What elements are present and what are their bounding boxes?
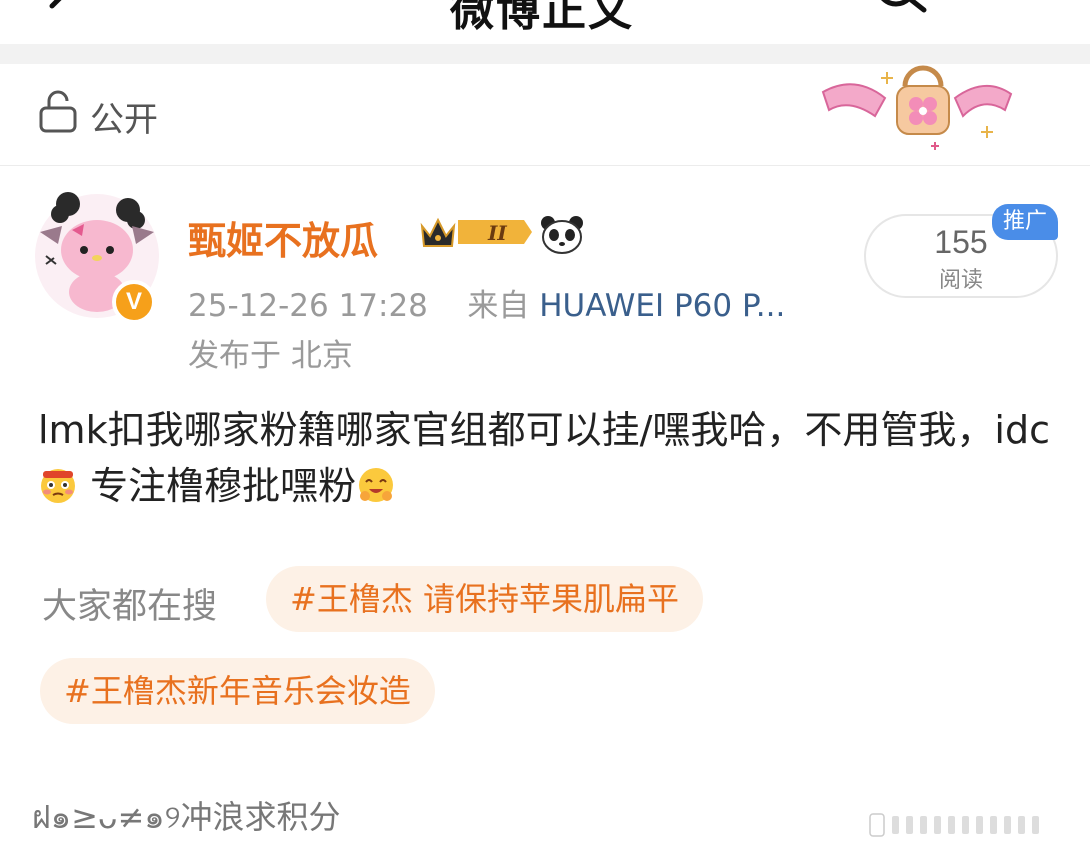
flushed-emoji [38,464,78,504]
source-prefix: 来自 [467,288,530,324]
promo-badge: 推广 [992,204,1058,240]
crown-level: II [487,221,507,245]
post-text-1: lmk扣我哪家粉籍哪家官组都可以挂/嘿我哈，不用管我，idc [38,408,1050,452]
panda-icon [540,215,584,259]
trending-label: 大家都在搜 [42,587,218,627]
read-label: 阅读 [938,268,983,293]
post-body: lmk扣我哪家粉籍哪家官组都可以挂/嘿我哈，不用管我，idc 专注橹穆批嘿粉 [38,402,1058,514]
privacy-row: 公开 [0,64,1090,166]
search-icon[interactable] [870,0,934,18]
section-divider [0,44,1090,64]
more-icon[interactable]: ··· [720,0,762,21]
ribbon-lock-sticker [815,64,1025,158]
privacy-label: 公开 [90,100,158,140]
top-bar: 微博正文 ··· [0,0,1090,44]
post-meta: 25-12-26 17:28 来自 HUAWEI P60 P... [188,280,785,325]
verified-badge: V [112,280,156,324]
location: 发布于 北京 [188,338,353,374]
page-title: 微博正文 [450,0,634,36]
trending-tag[interactable]: #王橹杰 请保持苹果肌扁平 [266,566,703,632]
footer-text: ฝ๑≥ᴗ≠๑୨冲浪求积分 [32,798,341,836]
trending-tag[interactable]: #王橹杰新年音乐会妆造 [40,658,435,724]
hugging-emoji [356,464,396,504]
crown-icon[interactable]: II [418,212,534,256]
scroll-indicator [868,812,1058,842]
back-icon[interactable] [40,0,80,30]
lock-icon [38,90,78,138]
post-text-2: 专注橹穆批嘿粉 [78,464,357,508]
device-link[interactable]: HUAWEI P60 P... [539,288,785,324]
author-name[interactable]: 甄姬不放瓜 [188,210,378,265]
timestamp: 25-12-26 17:28 [188,288,428,324]
